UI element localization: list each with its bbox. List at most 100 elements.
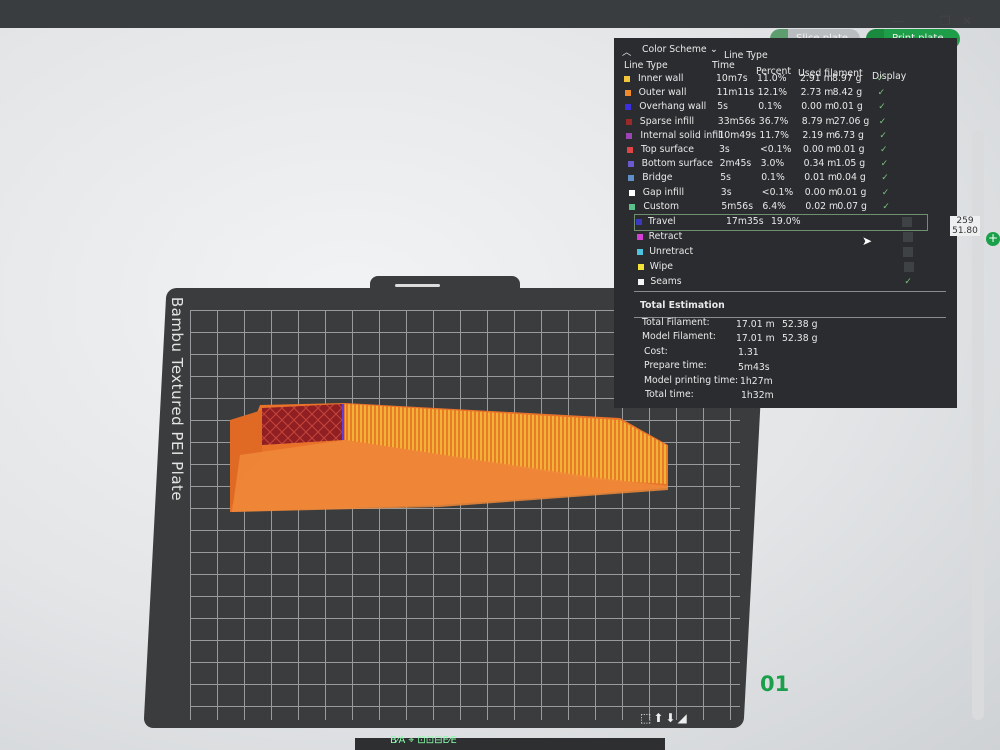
line-type-name: Bridge (642, 172, 673, 184)
display-checkbox[interactable] (902, 232, 913, 242)
line-type-name: Travel (648, 216, 676, 227)
display-checkbox[interactable]: ✓ (877, 74, 887, 84)
display-checkbox[interactable]: ✓ (879, 117, 889, 127)
line-type-swatch (627, 161, 634, 168)
total-filament-length: 17.01 m (736, 319, 775, 330)
legend-row[interactable]: Retract (614, 231, 957, 245)
divider (634, 291, 946, 292)
legend-row[interactable]: Custom 5m56s 6.4% 0.02 m 0.07 g ✓ (614, 201, 957, 215)
display-checkbox[interactable]: ✓ (882, 188, 892, 198)
top-layer-height: 51.80 (952, 226, 978, 236)
line-type-swatch (626, 132, 633, 139)
line-type-time: 11m11s (716, 87, 755, 99)
line-type-weight: 1.05 g (835, 158, 866, 170)
line-type-weight: 0.07 g (837, 200, 867, 212)
display-checkbox[interactable]: ✓ (878, 88, 888, 98)
line-type-length: 0.34 m (803, 158, 837, 170)
line-type-swatch (628, 189, 635, 196)
line-type-swatch (638, 279, 645, 285)
display-checkbox[interactable]: ✓ (881, 173, 891, 183)
display-checkbox[interactable]: ✓ (880, 145, 890, 155)
total-time-value: 1h32m (741, 390, 774, 401)
line-type-time: 33m56s (717, 115, 756, 127)
line-type-name: Seams (650, 276, 682, 287)
legend-row[interactable]: Travel 17m35s 19.0% (614, 214, 957, 231)
layer-slider-plus-button[interactable]: + (986, 232, 1000, 246)
model-sparse-infill (262, 404, 343, 445)
legend-row[interactable]: Bottom surface 2m45s 3.0% 0.34 m 1.05 g ✓ (614, 158, 957, 172)
total-filament-weight: 52.38 g (782, 319, 818, 330)
line-type-percent: 11.7% (759, 129, 789, 141)
line-type-weight: 8.42 g (832, 87, 863, 99)
display-checkbox[interactable] (903, 262, 914, 272)
line-type-swatch (625, 118, 632, 125)
model-printing-time-value: 1h27m (740, 376, 773, 387)
legend-row[interactable]: Bridge 5s 0.1% 0.01 m 0.04 g ✓ (614, 172, 957, 186)
line-type-name: Sparse infill (639, 115, 695, 127)
line-type-length: 2.91 m (800, 73, 833, 84)
model-filament-weight: 52.38 g (782, 333, 818, 344)
line-type-length: 2.19 m (802, 129, 836, 141)
collapse-icon[interactable]: ︿ (622, 44, 631, 58)
line-type-name: Retract (648, 231, 683, 242)
display-checkbox[interactable] (903, 247, 914, 257)
legend-panel[interactable]: ︿ Color Scheme ⌄ Line Type Line Type Tim… (614, 38, 957, 408)
total-time-label: Total time: (645, 389, 694, 400)
line-type-time: 10m7s (716, 73, 748, 84)
line-type-percent: 3.0% (760, 158, 785, 170)
line-type-name: Top surface (641, 144, 695, 155)
line-type-time: 3s (719, 144, 730, 155)
display-checkbox[interactable]: ✓ (882, 202, 892, 212)
line-type-percent: 19.0% (771, 216, 801, 227)
line-type-length: 2.73 m (800, 87, 834, 99)
model-printing-time-label: Model printing time: (644, 375, 739, 386)
line-type-swatch (628, 175, 635, 182)
legend-row[interactable]: Top surface 3s <0.1% 0.00 m 0.01 g ✓ (614, 144, 957, 158)
display-checkbox[interactable]: ✓ (904, 277, 914, 287)
line-type-percent: 0.1% (761, 172, 785, 184)
legend-row[interactable]: Internal solid infill 10m49s 11.7% 2.19 m 6.… (614, 130, 957, 144)
line-type-swatch (629, 203, 636, 210)
display-checkbox[interactable] (902, 217, 912, 227)
legend-row[interactable]: Wipe (614, 261, 957, 275)
line-type-swatch (627, 147, 633, 153)
line-type-swatch (625, 104, 632, 111)
line-type-percent: 6.4% (762, 200, 787, 212)
line-type-weight: 0.01 g (833, 101, 863, 113)
line-type-percent: 11.0% (757, 73, 787, 84)
line-type-weight: 0.01 g (836, 186, 867, 198)
display-checkbox[interactable]: ✓ (879, 131, 889, 141)
legend-row[interactable]: Sparse infill 33m56s 36.7% 8.79 m 27.06 g ✓ (614, 116, 957, 130)
line-type-time: 2m45s (719, 158, 752, 170)
line-type-name: Outer wall (638, 87, 687, 99)
line-type-length: 0.02 m (805, 200, 839, 212)
color-scheme-label: Color Scheme (642, 44, 707, 55)
legend-row[interactable]: Outer wall 11m11s 12.1% 2.73 m 8.42 g ✓ (614, 87, 957, 101)
line-type-percent: <0.1% (761, 186, 794, 198)
header-time: Time (712, 60, 735, 71)
line-type-weight: 6.73 g (834, 129, 864, 141)
legend-row[interactable]: Unretract (614, 246, 957, 260)
line-type-length: 0.00 m (804, 186, 838, 198)
line-type-name: Inner wall (638, 73, 684, 84)
line-type-percent: <0.1% (760, 144, 792, 155)
layer-slider-readout: 259 51.80 (950, 216, 980, 236)
top-layer-number: 259 (956, 216, 974, 226)
legend-row[interactable]: Gap infill 3s <0.1% 0.00 m 0.01 g ✓ (614, 187, 957, 201)
line-type-time: 5s (717, 101, 728, 113)
line-type-dropdown-icon[interactable]: ⌄ (710, 44, 718, 55)
line-type-percent: 0.1% (758, 101, 782, 113)
line-type-name: Gap infill (642, 186, 685, 198)
prepare-time-label: Prepare time: (644, 360, 707, 371)
display-checkbox[interactable]: ✓ (881, 159, 891, 169)
legend-row[interactable]: Inner wall 10m7s 11.0% 2.91 m 8.97 g ✓ (614, 73, 957, 87)
display-checkbox[interactable]: ✓ (878, 102, 888, 112)
line-type-name: Unretract (649, 246, 694, 257)
line-type-swatch (624, 90, 631, 97)
legend-row[interactable]: Seams ✓ (614, 276, 957, 290)
legend-row[interactable]: Overhang wall 5s 0.1% 0.00 m 0.01 g ✓ (614, 101, 957, 115)
line-type-name: Wipe (649, 261, 673, 272)
line-type-length: 0.01 m (804, 172, 837, 184)
mouse-cursor-icon: ➤ (862, 234, 873, 248)
line-type-name: Bottom surface (641, 158, 714, 170)
